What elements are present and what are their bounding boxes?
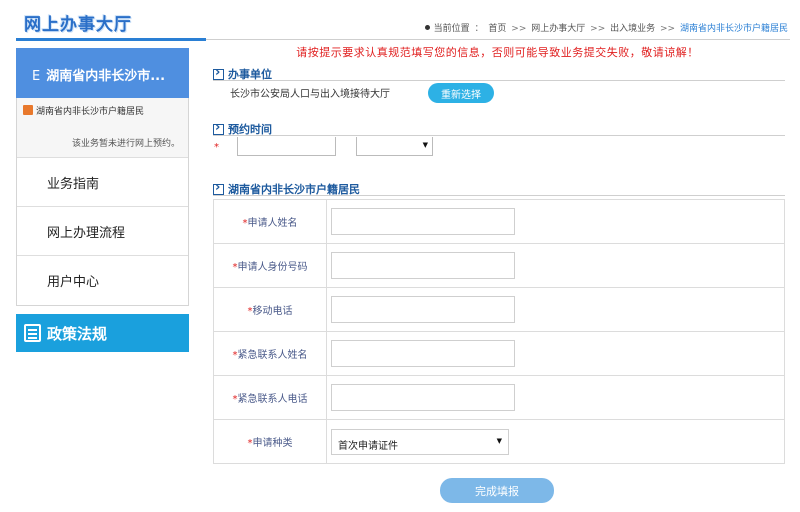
reselect-button[interactable]: 重新选择 — [428, 83, 494, 103]
site-title: 网上办事大厅 — [24, 15, 132, 35]
field-label: *紧急联系人电话 — [213, 375, 327, 420]
field-label: *移动电话 — [213, 287, 327, 332]
policy-label: 政策法规 — [47, 325, 108, 343]
mobile-phone-input[interactable] — [331, 296, 515, 323]
section-arrow-icon — [213, 180, 224, 195]
title-underline — [16, 38, 206, 41]
sidebar-sub-note: 该业务暂未进行网上预约。 — [71, 139, 180, 149]
sidebar-menu: 湖南省内非长沙市户籍居民 该业务暂未进行网上预约。 业务指南 网上办理流程 用户… — [16, 98, 189, 306]
dropdown-arrow-icon: ▼ — [422, 141, 428, 149]
document-icon — [23, 105, 33, 115]
field-label: *申请种类 — [213, 419, 327, 464]
policy-button[interactable]: 政策法规 — [16, 314, 189, 352]
application-type-select[interactable]: 首次申请证件 ▼ — [331, 428, 509, 455]
application-form: *申请人姓名 *申请人身份号码 *移动电话 *紧急联系人姓名 *紧急联系人电话 … — [213, 199, 785, 464]
emergency-contact-phone-input[interactable] — [331, 384, 515, 411]
field-label: *紧急联系人姓名 — [213, 331, 327, 376]
sidebar-header[interactable]: E 湖南省内非长沙市... — [16, 48, 189, 98]
form-row: *紧急联系人姓名 — [213, 331, 785, 376]
section-divider — [213, 195, 785, 196]
applicant-name-input[interactable] — [331, 208, 515, 235]
sidebar-head-label: 湖南省内非长沙市... — [46, 69, 166, 84]
form-row: *申请种类 首次申请证件 ▼ — [213, 419, 785, 464]
main-panel: 请按提示要求认真规范填写您的信息，否则可能导致业务提交失败，敬请谅解！ 办事单位… — [205, 45, 790, 503]
field-label: *申请人身份号码 — [213, 243, 327, 288]
breadcrumb-exit-entry[interactable]: 出入境业务 — [610, 24, 655, 34]
sidebar-item-process[interactable]: 网上办理流程 — [17, 207, 188, 256]
date-input[interactable] — [237, 137, 336, 156]
finish-button[interactable]: 完成填报 — [440, 478, 554, 503]
sidebar-sub-label: 湖南省内非长沙市户籍居民 — [36, 107, 145, 117]
form-row: *申请人身份号码 — [213, 243, 785, 288]
required-mark: * — [214, 142, 219, 153]
id-number-input[interactable] — [331, 252, 515, 279]
section-divider — [213, 135, 785, 136]
dropdown-arrow-icon: ▼ — [496, 436, 502, 445]
form-row: *移动电话 — [213, 287, 785, 332]
sidebar: E 湖南省内非长沙市... 湖南省内非长沙市户籍居民 该业务暂未进行网上预约。 业… — [16, 48, 189, 352]
sidebar-item-guide[interactable]: 业务指南 — [17, 158, 188, 207]
section-arrow-icon — [213, 65, 224, 80]
emergency-contact-name-input[interactable] — [331, 340, 515, 367]
location-dot-icon — [424, 25, 430, 30]
field-label: *申请人姓名 — [213, 199, 327, 244]
header-divider — [206, 39, 790, 40]
breadcrumb-home[interactable]: 首页 — [488, 24, 506, 34]
time-select[interactable]: ▼ — [356, 137, 433, 156]
form-row: *申请人姓名 — [213, 199, 785, 244]
section-divider — [213, 80, 785, 81]
sidebar-head-letter: E — [32, 69, 41, 84]
breadcrumb-current: 湖南省内非长沙市户籍居民 — [679, 24, 788, 34]
office-name: 长沙市公安局人口与出入境接待大厅 — [230, 89, 390, 100]
form-row: *紧急联系人电话 — [213, 375, 785, 420]
warning-message: 请按提示要求认真规范填写您的信息，否则可能导致业务提交失败，敬请谅解！ — [296, 46, 699, 59]
section-arrow-icon — [213, 120, 224, 135]
breadcrumb-prefix: 当前位置 — [433, 24, 470, 34]
document-list-icon — [24, 324, 41, 342]
breadcrumb: 当前位置 ： 首页 >> 网上办事大厅 >> 出入境业务 >> 湖南省内非长沙市… — [424, 21, 788, 34]
sidebar-sub-item[interactable]: 湖南省内非长沙市户籍居民 该业务暂未进行网上预约。 — [17, 98, 188, 158]
sidebar-item-user-center[interactable]: 用户中心 — [17, 256, 188, 305]
breadcrumb-hall[interactable]: 网上办事大厅 — [531, 24, 585, 34]
